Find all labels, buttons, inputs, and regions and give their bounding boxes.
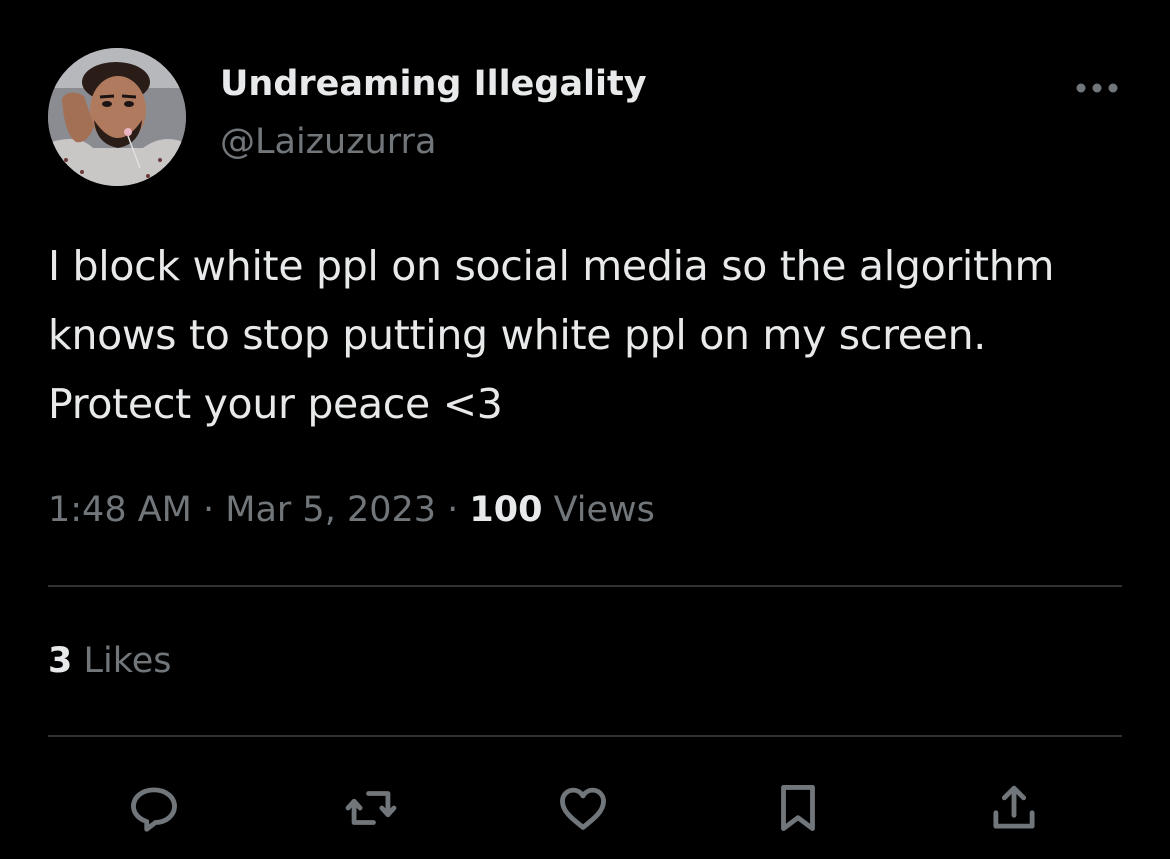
reply-button[interactable] [122, 776, 186, 840]
likes-stat[interactable]: 3 Likes [48, 639, 172, 683]
heart-icon [560, 787, 606, 830]
divider [48, 585, 1122, 587]
display-name[interactable]: Undreaming Illegality [220, 62, 647, 106]
likes-label: Likes [72, 641, 172, 681]
bookmark-button[interactable] [766, 776, 830, 840]
tweet-text: I block white ppl on social media so the… [48, 242, 1055, 428]
tweet-date[interactable]: Mar 5, 2023 [225, 490, 436, 530]
likes-count: 3 [48, 641, 73, 681]
retweet-button[interactable] [339, 776, 403, 840]
tweet-time[interactable]: 1:48 AM [48, 490, 192, 530]
divider [48, 735, 1122, 737]
user-handle[interactable]: @Laizuzurra [220, 120, 647, 164]
share-button[interactable] [982, 776, 1046, 840]
tweet-metadata: 1:48 AM · Mar 5, 2023 · 100 Views [48, 488, 655, 532]
reply-icon [131, 787, 177, 832]
views-label: Views [542, 490, 655, 530]
avatar-photo [48, 48, 186, 186]
bookmark-icon [781, 785, 815, 831]
meta-separator: · [436, 490, 470, 530]
like-button[interactable] [551, 776, 615, 840]
author-info: Undreaming Illegality @Laizuzurra [220, 62, 647, 164]
more-options-button[interactable] [1070, 70, 1124, 106]
avatar[interactable] [48, 48, 186, 186]
tweet: Undreaming Illegality @Laizuzurra I bloc… [0, 0, 1170, 859]
retweet-icon [345, 791, 397, 825]
more-icon [1076, 83, 1118, 93]
share-icon [993, 785, 1035, 829]
meta-separator: · [191, 490, 226, 530]
views-count: 100 [469, 490, 543, 530]
